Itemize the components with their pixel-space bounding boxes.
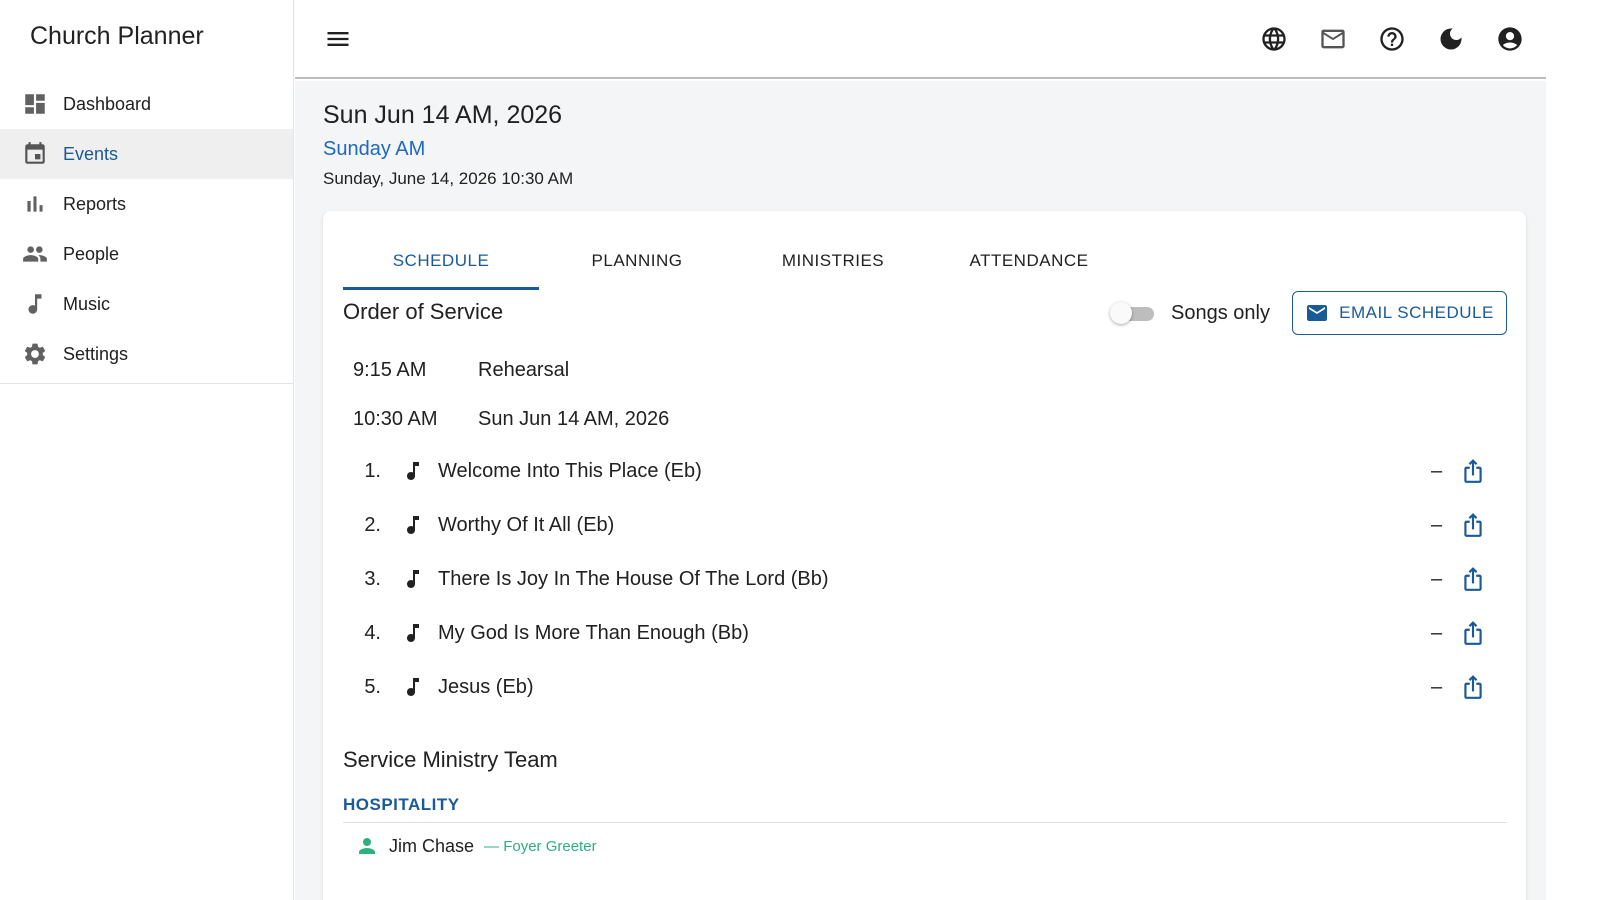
share-icon[interactable]: [1460, 511, 1486, 539]
music-note-icon: [393, 566, 433, 592]
sidebar-item-dashboard[interactable]: Dashboard: [0, 79, 293, 129]
sidebar-item-label: People: [63, 243, 120, 264]
event-datetime: Sunday, June 14, 2026 10:30 AM: [323, 169, 574, 188]
music-note-icon: [393, 458, 433, 484]
dashboard-icon: [22, 91, 48, 117]
schedule-time: 10:30 AM: [353, 408, 438, 430]
event-type-link[interactable]: Sunday AM: [323, 138, 425, 161]
sidebar: Church Planner Dashboard Events Reports …: [0, 0, 294, 900]
globe-icon[interactable]: [1260, 22, 1288, 56]
tab-ministries[interactable]: MINISTRIES: [735, 241, 931, 290]
toggle-thumb: [1110, 302, 1132, 324]
gear-icon: [22, 341, 48, 367]
song-row: 5. Jesus (Eb) –: [343, 667, 1493, 707]
music-note-icon: [393, 674, 433, 700]
song-number: 3.: [364, 567, 381, 590]
tab-attendance[interactable]: ATTENDANCE: [931, 241, 1127, 290]
song-row: 3. There Is Joy In The House Of The Lord…: [343, 559, 1493, 599]
account-icon[interactable]: [1496, 22, 1524, 56]
email-schedule-label: EMAIL SCHEDULE: [1339, 303, 1494, 322]
dark-mode-icon[interactable]: [1437, 22, 1465, 56]
sidebar-item-label: Reports: [63, 193, 127, 214]
scrollbar-track[interactable]: [1546, 0, 1600, 900]
sidebar-item-people[interactable]: People: [0, 229, 293, 279]
ministry-member[interactable]: Jim Chase — Foyer Greeter: [355, 831, 597, 861]
remove-song-button[interactable]: –: [1431, 622, 1442, 645]
sidebar-item-events[interactable]: Events: [0, 129, 293, 179]
songs-only-label: Songs only: [1171, 302, 1270, 324]
app-title: Church Planner: [30, 22, 204, 50]
schedule-time: 9:15 AM: [353, 359, 427, 381]
song-row: 1. Welcome Into This Place (Eb) –: [343, 451, 1493, 491]
schedule-row: 9:15 AM Rehearsal: [353, 359, 569, 382]
schedule-label: Sun Jun 14 AM, 2026: [478, 408, 670, 430]
song-title: My God Is More Than Enough (Bb): [438, 621, 749, 644]
song-number: 2.: [364, 513, 381, 536]
order-of-service-heading: Order of Service: [343, 299, 504, 324]
top-actions: [1260, 22, 1524, 56]
page-title: Sun Jun 14 AM, 2026: [323, 101, 563, 129]
sidebar-nav: Dashboard Events Reports People Music Se…: [0, 79, 293, 384]
remove-song-button[interactable]: –: [1431, 568, 1442, 591]
sidebar-item-label: Music: [63, 293, 111, 314]
music-note-icon: [22, 291, 48, 317]
music-note-icon: [393, 512, 433, 538]
mail-icon: [1307, 305, 1328, 321]
song-row: 4. My God Is More Than Enough (Bb) –: [343, 613, 1493, 653]
song-number: 5.: [364, 675, 381, 698]
ministry-team-heading: Service Ministry Team: [343, 747, 558, 772]
remove-song-button[interactable]: –: [1431, 460, 1442, 483]
divider: [343, 822, 1507, 823]
person-icon: [359, 838, 375, 854]
people-icon: [22, 241, 48, 267]
sidebar-item-music[interactable]: Music: [0, 279, 293, 329]
remove-song-button[interactable]: –: [1431, 514, 1442, 537]
menu-icon[interactable]: [323, 24, 353, 54]
tab-planning[interactable]: PLANNING: [539, 241, 735, 290]
song-title: Jesus (Eb): [438, 675, 534, 698]
calendar-icon: [22, 141, 48, 167]
top-app-bar: [295, 0, 1546, 79]
tab-schedule[interactable]: SCHEDULE: [343, 241, 539, 290]
bar-chart-icon: [22, 191, 48, 217]
help-icon[interactable]: [1378, 22, 1406, 56]
email-schedule-button[interactable]: EMAIL SCHEDULE: [1292, 291, 1507, 335]
song-number: 4.: [364, 621, 381, 644]
song-title: Welcome Into This Place (Eb): [438, 459, 702, 482]
music-note-icon: [393, 620, 433, 646]
share-icon[interactable]: [1460, 565, 1486, 593]
member-role: — Foyer Greeter: [484, 837, 597, 855]
ministry-group-label: HOSPITALITY: [343, 795, 460, 814]
event-card: SCHEDULE PLANNING MINISTRIES ATTENDANCE …: [323, 211, 1526, 900]
song-title: There Is Joy In The House Of The Lord (B…: [438, 567, 829, 590]
mail-icon[interactable]: [1319, 22, 1347, 56]
sidebar-item-reports[interactable]: Reports: [0, 179, 293, 229]
share-icon[interactable]: [1460, 457, 1486, 485]
schedule-row: 10:30 AM Sun Jun 14 AM, 2026: [353, 408, 669, 431]
tab-bar: SCHEDULE PLANNING MINISTRIES ATTENDANCE: [343, 241, 1127, 290]
songs-only-toggle[interactable]: [1110, 301, 1158, 325]
schedule-label: Rehearsal: [478, 359, 570, 381]
song-row: 2. Worthy Of It All (Eb) –: [343, 505, 1493, 545]
song-number: 1.: [364, 459, 381, 482]
main-content: Sun Jun 14 AM, 2026 Sunday AM Sunday, Ju…: [295, 81, 1546, 900]
share-icon[interactable]: [1460, 619, 1486, 647]
sidebar-item-label: Settings: [63, 343, 129, 364]
sidebar-item-label: Dashboard: [63, 93, 152, 114]
member-name: Jim Chase: [389, 835, 475, 856]
remove-song-button[interactable]: –: [1431, 676, 1442, 699]
song-title: Worthy Of It All (Eb): [438, 513, 615, 536]
sidebar-item-label: Events: [63, 143, 119, 164]
share-icon[interactable]: [1460, 673, 1486, 701]
sidebar-item-settings[interactable]: Settings: [0, 329, 293, 379]
